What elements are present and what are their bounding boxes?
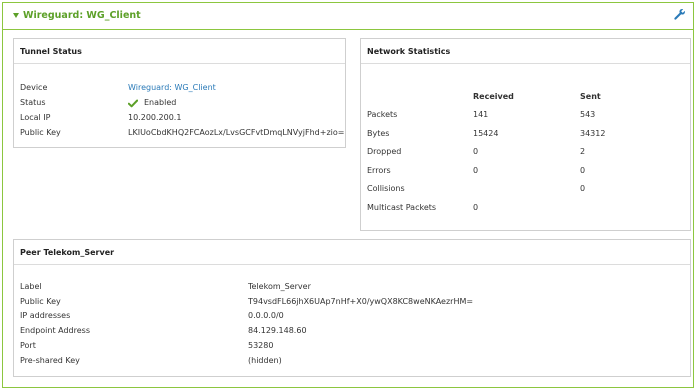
public-key-label: Public Key — [20, 128, 61, 137]
peer-row: IP addresses 0.0.0.0/0 — [20, 310, 680, 322]
stat-received: 0 — [473, 166, 479, 175]
peer-value: 84.129.148.60 — [248, 326, 307, 335]
stat-received: 15424 — [473, 129, 499, 138]
peer-label: Port — [20, 341, 36, 350]
device-link[interactable]: Wireguard: WG_Client — [128, 82, 216, 94]
device-row: Device Wireguard: WG_Client — [20, 82, 340, 94]
stat-label: Errors — [367, 166, 391, 175]
peer-row: Endpoint Address 84.129.148.60 — [20, 325, 680, 337]
local-ip-value: 10.200.200.1 — [128, 113, 182, 122]
peer-panel: Peer Telekom_Server Label Telekom_Server… — [13, 239, 691, 377]
stat-received: 141 — [473, 110, 489, 119]
peer-label: IP addresses — [20, 311, 71, 320]
card-header[interactable]: Wireguard: WG_Client — [3, 3, 693, 30]
peer-value: Telekom_Server — [248, 282, 311, 291]
stat-label: Collisions — [367, 184, 405, 193]
public-key-value: LKIUoCbdKHQ2FCAozLx/LvsGCFvtDmqLNVyjFhd+… — [128, 128, 345, 137]
stat-sent: 0 — [580, 166, 586, 175]
stat-sent: 0 — [580, 184, 586, 193]
chevron-down-icon[interactable] — [13, 13, 19, 18]
peer-title: Peer Telekom_Server — [14, 240, 690, 265]
network-statistics-panel: Network Statistics Received Sent Packets… — [360, 38, 691, 231]
checkmark-icon — [128, 99, 138, 108]
peer-row: Port 53280 — [20, 340, 680, 352]
peer-label: Endpoint Address — [20, 326, 91, 335]
local-ip-label: Local IP — [20, 113, 51, 122]
stat-label: Multicast Packets — [367, 203, 437, 212]
public-key-row: Public Key LKIUoCbdKHQ2FCAozLx/LvsGCFvtD… — [20, 127, 344, 139]
stat-label: Packets — [367, 110, 398, 119]
stat-label: Dropped — [367, 147, 402, 156]
peer-value: T94vsdFL66jhX6UAp7nHf+X0/ywQX8KC8weNKAez… — [248, 297, 474, 306]
wrench-icon[interactable] — [673, 8, 686, 21]
sent-header: Sent — [580, 92, 601, 101]
peer-value: (hidden) — [248, 356, 282, 365]
stat-sent: 2 — [580, 147, 586, 156]
stat-received: 0 — [473, 147, 479, 156]
stat-sent: 543 — [580, 110, 596, 119]
status-row: Status Enabled — [20, 97, 340, 109]
peer-label: Label — [20, 282, 42, 291]
peer-label: Pre-shared Key — [20, 356, 80, 365]
stat-sent: 34312 — [580, 129, 606, 138]
wireguard-interface-card: Wireguard: WG_Client Tunnel Status Devic… — [2, 2, 694, 388]
peer-label: Public Key — [20, 297, 61, 306]
peer-row: Public Key T94vsdFL66jhX6UAp7nHf+X0/ywQX… — [20, 296, 680, 308]
tunnel-status-panel: Tunnel Status Device Wireguard: WG_Clien… — [13, 38, 346, 148]
peer-value: 53280 — [248, 341, 274, 350]
network-statistics-title: Network Statistics — [361, 39, 690, 64]
interface-title[interactable]: Wireguard: WG_Client — [23, 10, 141, 21]
peer-value: 0.0.0.0/0 — [248, 311, 284, 320]
received-header: Received — [473, 92, 514, 101]
device-label: Device — [20, 83, 48, 92]
tunnel-status-title: Tunnel Status — [14, 39, 345, 64]
stat-received: 0 — [473, 203, 479, 212]
peer-row: Label Telekom_Server — [20, 281, 680, 293]
local-ip-row: Local IP 10.200.200.1 — [20, 112, 340, 124]
stat-label: Bytes — [367, 129, 390, 138]
status-label: Status — [20, 98, 46, 107]
peer-row: Pre-shared Key (hidden) — [20, 355, 680, 367]
status-value: Enabled — [144, 98, 177, 107]
